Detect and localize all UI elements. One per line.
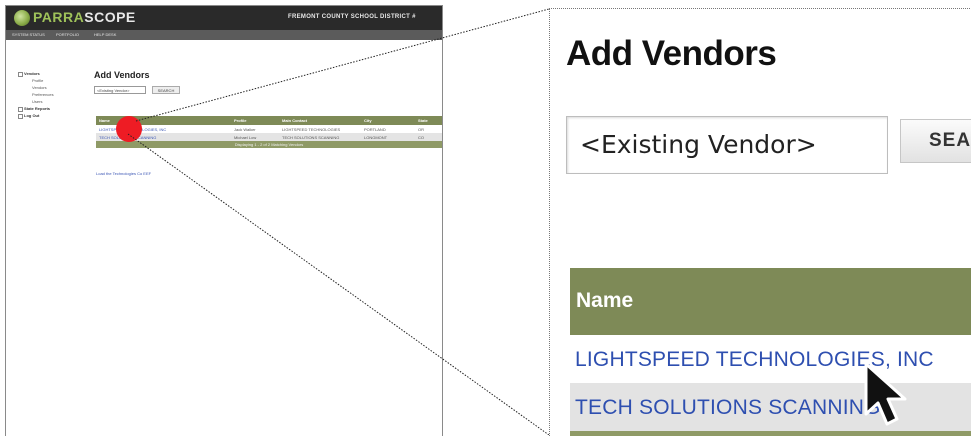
thumb-sidebar-item[interactable]: State Reports	[18, 106, 78, 113]
thumb-column-header[interactable]: State	[418, 118, 428, 123]
thumb-page-title: Add Vendors	[94, 70, 150, 80]
thumb-logo[interactable]: PARRASCOPE	[33, 9, 136, 25]
thumb-nav-item[interactable]: HELP DESK	[94, 32, 116, 37]
table-footer-strip	[570, 431, 971, 436]
thumb-table-row: TECH SOLUTIONS SCANNING Michael Low TECH…	[96, 133, 442, 141]
thumb-column-header[interactable]: Name	[99, 118, 110, 123]
collapse-box-icon	[18, 72, 23, 77]
thumb-column-header[interactable]: City	[364, 118, 372, 123]
thumb-results-count: Displaying 1 - 2 of 2 Matching Vendors	[234, 142, 304, 147]
parrascope-logo-icon	[14, 10, 30, 26]
thumb-header-bar: PARRASCOPE FREMONT COUNTY SCHOOL DISTRIC…	[6, 6, 442, 30]
zoom-panel: Add Vendors <Existing Vendor> SEARCH Nam…	[549, 8, 971, 436]
thumb-nav-item[interactable]: SYSTEM STATUS	[12, 32, 45, 37]
thumb-sidebar-item[interactable]: Vendors	[18, 71, 78, 78]
thumb-vendor-search-input[interactable]: <Existing Vendor>	[94, 86, 146, 94]
column-header-name[interactable]: Name	[576, 289, 633, 313]
thumb-table-footer: Displaying 1 - 2 of 2 Matching Vendors	[96, 141, 442, 148]
table-cell: LONGMONT	[364, 135, 388, 140]
thumbnail-screenshot: PARRASCOPE FREMONT COUNTY SCHOOL DISTRIC…	[5, 5, 443, 436]
vendor-table-header: Name	[570, 268, 971, 335]
expand-box-icon	[18, 114, 23, 119]
table-cell: TECH SOLUTIONS SCANNING	[282, 135, 340, 140]
table-cell: LIGHTSPEED TECHNOLOGIES	[282, 127, 341, 132]
thumb-new-vendor-link[interactable]: Load the Technologies Co EEF	[96, 171, 151, 176]
page-title: Add Vendors	[566, 34, 777, 73]
table-cell: PORTLAND	[364, 127, 386, 132]
thumb-table-header: Name Profile Main Contact City State	[96, 116, 442, 125]
thumb-district-name: FREMONT COUNTY SCHOOL DISTRICT #	[288, 14, 416, 20]
thumb-sidebar-item[interactable]: Preferences	[18, 92, 78, 99]
thumb-sidebar-item[interactable]: Vendors	[18, 85, 78, 92]
thumb-column-header[interactable]: Profile	[234, 118, 246, 123]
search-button[interactable]: SEARCH	[900, 119, 971, 163]
thumb-sidebar-item[interactable]: Users	[18, 99, 78, 106]
thumb-nav-item[interactable]: PORTFOLIO	[56, 32, 79, 37]
table-cell: CO	[418, 135, 424, 140]
vendor-search-input[interactable]: <Existing Vendor>	[566, 116, 888, 174]
thumb-table-row: LIGHTSPEED TECHNOLOGIES, INC Jack Walker…	[96, 125, 442, 133]
thumb-sidebar-item[interactable]: Log Out	[18, 113, 78, 120]
table-cell: Jack Walker	[234, 127, 256, 132]
thumb-column-header[interactable]: Main Contact	[282, 118, 307, 123]
mouse-pointer-icon	[864, 362, 907, 426]
table-cell: Michael Low	[234, 135, 257, 140]
thumb-sidebar: Vendors Profile Vendors Preferences User…	[18, 71, 78, 120]
vendor-link-tech-solutions[interactable]: TECH SOLUTIONS SCANNING	[575, 396, 881, 420]
thumb-sidebar-item[interactable]: Profile	[18, 78, 78, 85]
expand-box-icon	[18, 107, 23, 112]
click-marker-dot	[116, 116, 142, 142]
thumb-search-button[interactable]: SEARCH	[152, 86, 180, 94]
thumb-nav-bar: SYSTEM STATUS PORTFOLIO HELP DESK	[6, 30, 442, 40]
table-cell: OR	[418, 127, 424, 132]
